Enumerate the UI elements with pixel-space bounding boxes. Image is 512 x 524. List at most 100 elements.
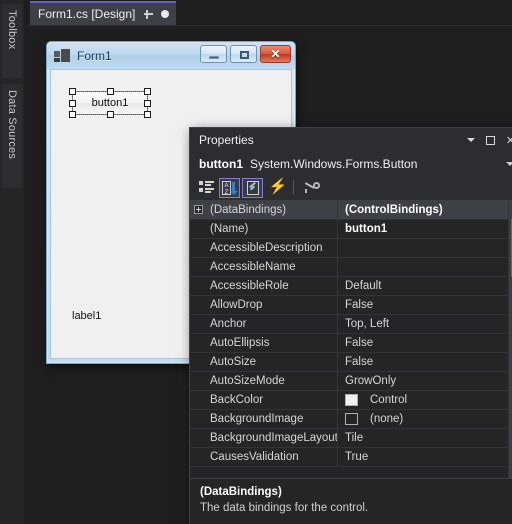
- property-name: AccessibleName: [190, 258, 338, 276]
- property-name-cell: AccessibleRole: [190, 277, 338, 295]
- property-name-cell: Anchor: [190, 315, 338, 333]
- property-value-cell[interactable]: GrowOnly: [338, 372, 508, 390]
- maximize-icon: [240, 51, 249, 59]
- properties-window[interactable]: Properties ✕ button1 System.Windows.Form…: [189, 127, 512, 524]
- property-row[interactable]: AutoSizeMode GrowOnly: [190, 372, 508, 391]
- form-icon: [54, 48, 70, 64]
- close-icon: ✕: [270, 47, 281, 61]
- property-value-cell[interactable]: False: [338, 334, 508, 352]
- property-value-cell[interactable]: Default: [338, 277, 508, 295]
- property-value-cell[interactable]: (none): [338, 410, 508, 428]
- expand-plus-icon[interactable]: [194, 205, 203, 214]
- property-grid-scrollbar[interactable]: [508, 201, 512, 478]
- property-name: AutoEllipsis: [190, 334, 338, 352]
- sidebar-item-data-sources[interactable]: Data Sources: [2, 84, 22, 188]
- property-value-cell[interactable]: (ControlBindings): [338, 201, 508, 219]
- close-button[interactable]: ✕: [260, 45, 291, 63]
- properties-object-selector[interactable]: button1 System.Windows.Forms.Button: [190, 152, 512, 175]
- selected-control-button1[interactable]: button1: [69, 88, 151, 118]
- resize-handle-nw[interactable]: [69, 88, 76, 95]
- property-row[interactable]: AutoSize False: [190, 353, 508, 372]
- properties-page-icon[interactable]: [242, 177, 263, 198]
- chevron-down-icon[interactable]: [462, 132, 479, 149]
- form-titlebar[interactable]: Form1 ✕: [47, 42, 295, 69]
- designer-canvas[interactable]: Form1 ✕ button1 label1 Properties ✕ butt…: [26, 26, 512, 524]
- resize-handle-sw[interactable]: [69, 111, 76, 118]
- resize-handle-s[interactable]: [106, 111, 114, 118]
- property-name: AutoSize: [190, 353, 338, 371]
- maximize-icon[interactable]: [482, 132, 499, 149]
- property-value: (none): [370, 413, 404, 425]
- resize-handle-w[interactable]: [69, 99, 76, 107]
- property-name: BackColor: [190, 391, 338, 409]
- color-swatch: [345, 394, 358, 406]
- events-lightning-icon[interactable]: [265, 178, 288, 198]
- alphabetical-sort-icon[interactable]: AZ: [219, 177, 240, 198]
- form-window-buttons: ✕: [200, 45, 291, 63]
- property-row[interactable]: (Name) button1: [190, 220, 508, 239]
- property-row[interactable]: BackgroundImage (none): [190, 410, 508, 429]
- property-row[interactable]: AccessibleRole Default: [190, 277, 508, 296]
- property-value-cell[interactable]: True: [338, 448, 508, 466]
- property-value-cell[interactable]: False: [338, 353, 508, 371]
- property-pages-key-icon[interactable]: [301, 178, 322, 198]
- property-name-cell: AccessibleDescription: [190, 239, 338, 257]
- property-row[interactable]: CausesValidation True: [190, 448, 508, 467]
- pin-icon[interactable]: [143, 9, 154, 20]
- property-row[interactable]: Anchor Top, Left: [190, 315, 508, 334]
- sidebar-item-data-sources-label: Data Sources: [6, 90, 18, 160]
- resize-handle-ne[interactable]: [144, 88, 151, 95]
- resize-handle-n[interactable]: [106, 88, 114, 95]
- resize-handle-se[interactable]: [144, 111, 151, 118]
- property-value-cell[interactable]: Control: [338, 391, 508, 409]
- property-row[interactable]: AccessibleName: [190, 258, 508, 277]
- property-value-cell[interactable]: False: [338, 296, 508, 314]
- properties-panel-title: Properties: [199, 133, 254, 147]
- properties-titlebar[interactable]: Properties ✕: [190, 128, 512, 152]
- description-text: The data bindings for the control.: [200, 502, 369, 514]
- property-row[interactable]: BackColor Control: [190, 391, 508, 410]
- property-name: AutoSizeMode: [190, 372, 338, 390]
- property-value-cell[interactable]: button1: [338, 220, 508, 238]
- winforms-label[interactable]: label1: [72, 310, 101, 322]
- close-icon[interactable]: ✕: [502, 132, 512, 149]
- properties-object-type: System.Windows.Forms.Button: [250, 156, 418, 171]
- property-row[interactable]: AutoEllipsis False: [190, 334, 508, 353]
- tab-form1-design[interactable]: Form1.cs [Design]: [30, 1, 177, 25]
- property-name: AllowDrop: [190, 296, 338, 314]
- left-dock-rail: Toolbox Data Sources: [0, 0, 25, 524]
- property-grid[interactable]: (DataBindings) (ControlBindings) (Name) but…: [190, 201, 512, 478]
- property-name-cell: AutoSize: [190, 353, 338, 371]
- property-name: BackgroundImage: [190, 410, 338, 428]
- property-name: (Name): [190, 220, 338, 238]
- property-name-cell: (DataBindings): [190, 201, 338, 219]
- minimize-button[interactable]: [200, 45, 227, 63]
- property-name-cell: CausesValidation: [190, 448, 338, 466]
- property-row[interactable]: (DataBindings) (ControlBindings): [190, 201, 508, 220]
- unsaved-dot-icon[interactable]: [161, 10, 170, 18]
- property-name-cell: BackgroundImage: [190, 410, 338, 428]
- resize-handle-e[interactable]: [144, 99, 151, 107]
- property-name: (DataBindings): [190, 201, 338, 219]
- property-row[interactable]: AllowDrop False: [190, 296, 508, 315]
- property-name: Anchor: [190, 315, 338, 333]
- property-row[interactable]: AccessibleDescription: [190, 239, 508, 258]
- property-name-cell: AccessibleName: [190, 258, 338, 276]
- description-title: (DataBindings): [200, 486, 282, 498]
- visual-studio-window: Toolbox Data Sources Form1.cs [Design] F…: [0, 0, 512, 524]
- property-name-cell: AutoSizeMode: [190, 372, 338, 390]
- property-row[interactable]: BackgroundImageLayout Tile: [190, 429, 508, 448]
- categorized-icon[interactable]: [196, 178, 217, 198]
- property-value: Control: [370, 394, 408, 406]
- property-name-cell: AutoEllipsis: [190, 334, 338, 352]
- color-swatch: [345, 413, 358, 425]
- property-value-cell[interactable]: Top, Left: [338, 315, 508, 333]
- object-selector-chevron-down-icon[interactable]: [506, 161, 512, 166]
- sidebar-item-toolbox[interactable]: Toolbox: [2, 4, 22, 78]
- sidebar-item-toolbox-label: Toolbox: [6, 10, 18, 50]
- property-name-cell: BackColor: [190, 391, 338, 409]
- toolbar-separator: [293, 180, 294, 195]
- maximize-button[interactable]: [230, 45, 257, 63]
- editor-tabstrip: Form1.cs [Design]: [26, 0, 512, 25]
- property-value-cell[interactable]: Tile: [338, 429, 508, 447]
